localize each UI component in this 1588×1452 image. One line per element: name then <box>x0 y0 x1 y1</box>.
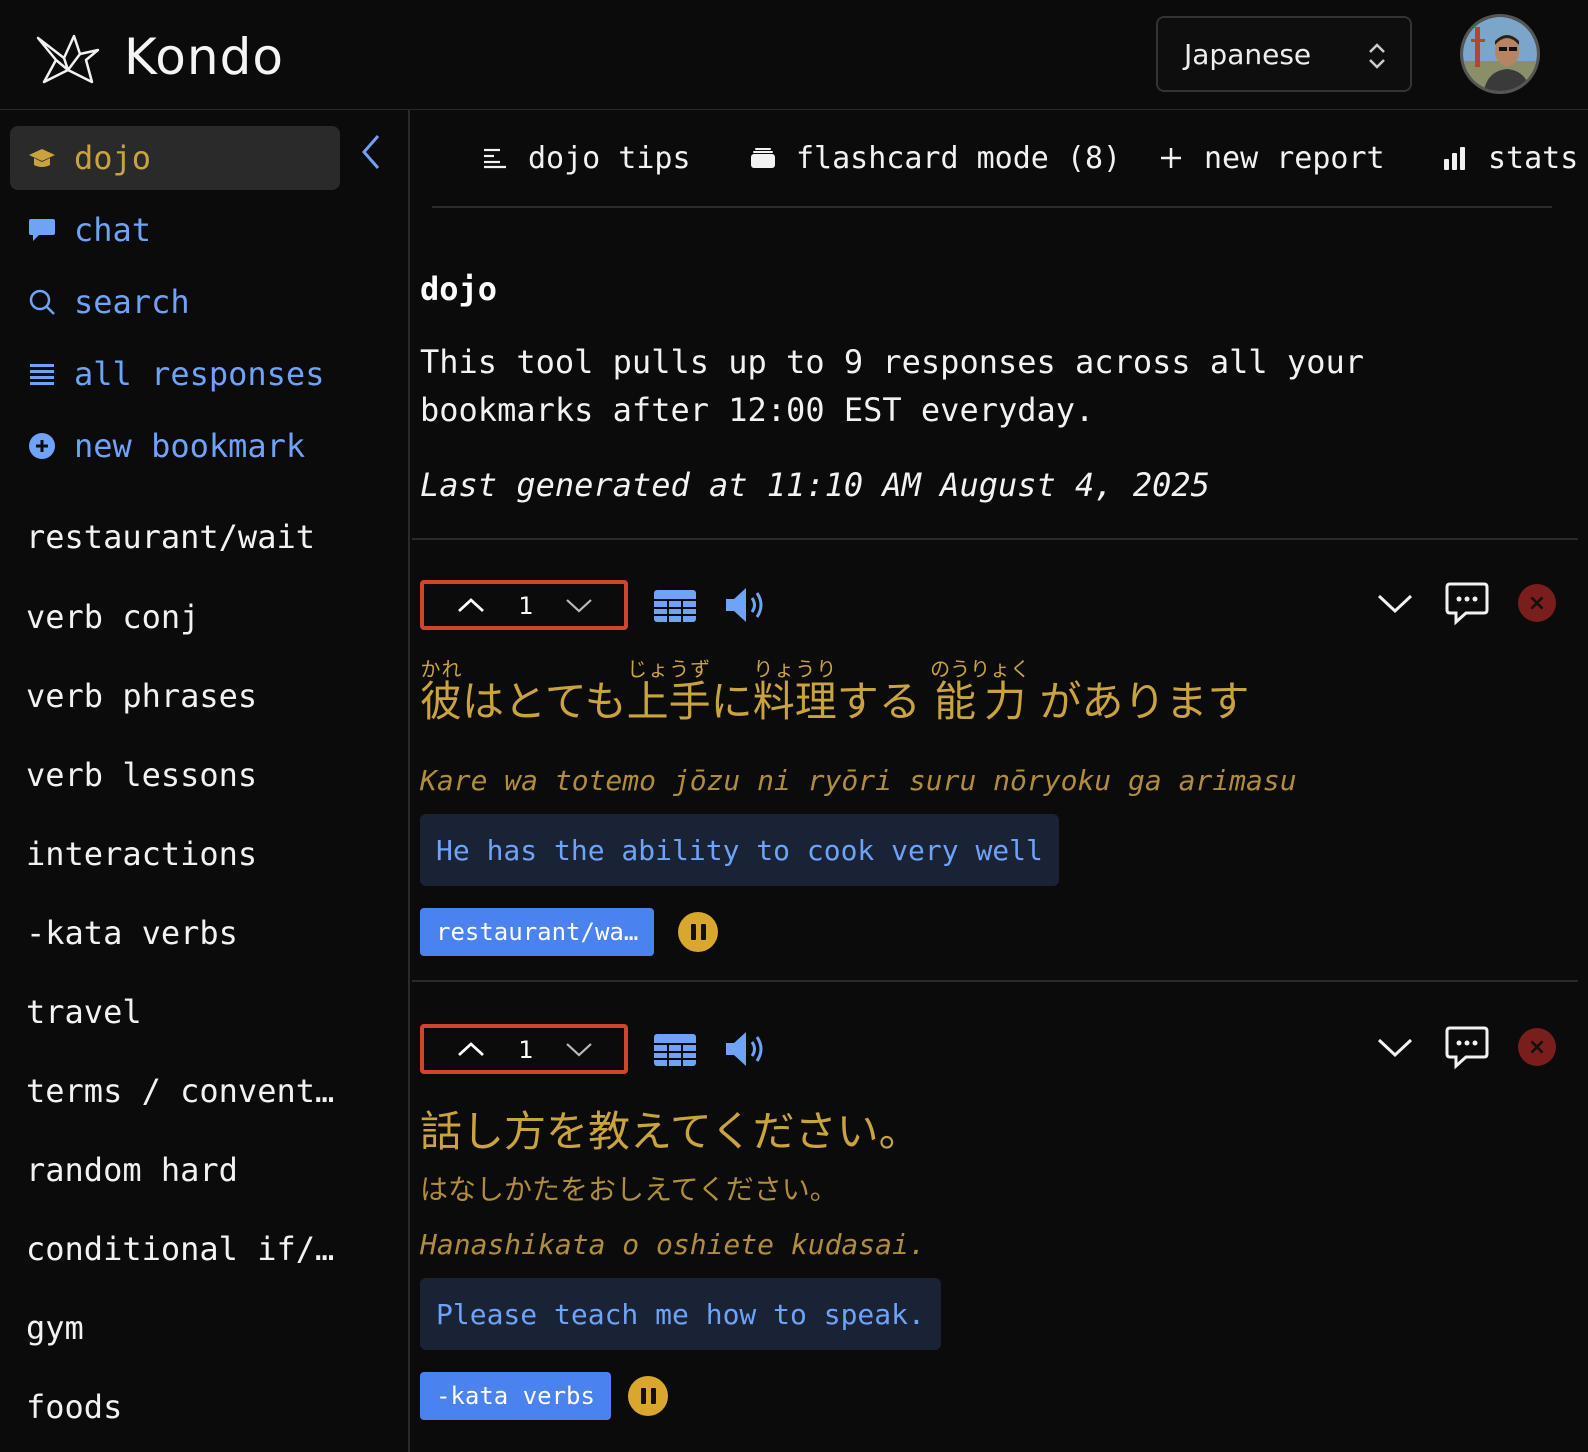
close-icon: × <box>1527 1034 1547 1060</box>
sidebar-bookmark[interactable]: random hard <box>26 1151 238 1189</box>
section-divider <box>412 980 1578 982</box>
sidebar-bookmark[interactable]: verb lessons <box>26 756 257 794</box>
count-stepper: 1 <box>420 1024 628 1074</box>
translation-box: He has the ability to cook very well <box>420 814 1059 886</box>
japanese-sentence: 彼かれはとても上手じょうずに料理りょうりする 能力のうりょく があります <box>420 657 1250 726</box>
sidebar-bookmark[interactable]: verb conj <box>26 598 199 636</box>
section-divider <box>412 538 1578 540</box>
sidebar-item-label: search <box>74 283 190 321</box>
sidebar-bookmark[interactable]: verb phrases <box>26 677 257 715</box>
sidebar-bookmark[interactable]: restaurant/wait <box>26 518 315 556</box>
close-icon: × <box>1527 590 1547 616</box>
comment-icon[interactable] <box>1444 580 1490 626</box>
remove-card-button[interactable]: × <box>1518 1028 1556 1066</box>
table-icon[interactable] <box>652 1028 698 1070</box>
page-description: This tool pulls up to 9 responses across… <box>420 343 1365 429</box>
last-generated-text: Last generated at 11:10 AM August 4, 202… <box>420 466 1210 504</box>
new-report-label: new report <box>1204 140 1385 176</box>
list-icon <box>26 358 58 390</box>
expand-chevron-icon[interactable] <box>1376 1030 1414 1064</box>
count-value: 1 <box>518 592 534 620</box>
dojo-toolbar: dojo tips flashcard mode (8) new report … <box>432 110 1578 208</box>
count-stepper: 1 <box>420 580 628 630</box>
chevron-up-down-icon <box>1369 43 1385 69</box>
speaker-icon[interactable] <box>722 584 768 626</box>
plus-circle-icon <box>26 430 58 462</box>
app-root: Kondo Japanese dojo chat search all resp… <box>0 0 1588 1452</box>
page-title: dojo <box>420 270 498 308</box>
sidebar-item-all-responses[interactable]: all responses <box>10 342 340 406</box>
app-title[interactable]: Kondo <box>124 28 284 86</box>
dojo-tips-button[interactable]: dojo tips <box>480 136 691 180</box>
text-lines-icon <box>480 143 510 173</box>
flashcard-mode-button[interactable]: flashcard mode (8) <box>748 136 1121 180</box>
bar-chart-icon <box>1440 143 1470 173</box>
speaker-icon[interactable] <box>722 1028 768 1070</box>
sidebar-bookmark[interactable]: travel <box>26 993 142 1031</box>
avatar-photo-icon <box>1463 17 1537 91</box>
expand-chevron-icon[interactable] <box>1376 586 1414 620</box>
card-stack-icon <box>748 143 778 173</box>
sidebar-bookmark[interactable]: conditional if/… <box>26 1230 334 1268</box>
pause-button[interactable] <box>628 1376 668 1416</box>
dojo-tips-label: dojo tips <box>528 140 691 176</box>
sidebar-item-label: dojo <box>74 139 152 177</box>
search-icon <box>26 286 58 318</box>
paper-crane-logo-icon[interactable] <box>34 30 102 90</box>
sidebar-bookmark[interactable]: terms / convent… <box>26 1072 334 1110</box>
sidebar-bookmark[interactable]: foods <box>26 1388 122 1426</box>
user-avatar[interactable] <box>1460 14 1540 94</box>
sidebar-bookmark[interactable]: -kata verbs <box>26 914 238 952</box>
language-select[interactable]: Japanese <box>1156 16 1412 92</box>
new-report-button[interactable]: new report <box>1156 136 1385 180</box>
japanese-sentence: 話し方を教えてください。 <box>420 1107 921 1156</box>
chat-bubble-icon <box>26 214 58 246</box>
translation-box: Please teach me how to speak. <box>420 1278 941 1350</box>
top-header: Kondo Japanese <box>0 0 1588 110</box>
romaji-text: Hanashikata o oshiete kudasai. <box>420 1228 926 1261</box>
collapse-sidebar-chevron-icon[interactable] <box>356 132 386 172</box>
response-card: 1 × 話し方を教えてください。 はなしかたをおしえてください。 Hanashi… <box>412 1024 1588 1452</box>
main-content: dojo tips flashcard mode (8) new report … <box>412 110 1588 1452</box>
remove-card-button[interactable]: × <box>1518 584 1556 622</box>
stats-button[interactable]: stats <box>1440 136 1578 180</box>
romaji-text: Kare wa totemo jōzu ni ryōri suru nōryok… <box>420 764 1297 797</box>
flashcard-mode-label: flashcard mode (8) <box>796 140 1122 176</box>
plus-icon <box>1156 143 1186 173</box>
pause-icon <box>690 924 696 940</box>
sidebar-item-label: new bookmark <box>74 427 306 465</box>
sidebar-item-new-bookmark[interactable]: new bookmark <box>10 414 340 478</box>
sidebar-item-label: chat <box>74 211 152 249</box>
sidebar-item-dojo[interactable]: dojo <box>10 126 340 190</box>
language-select-value: Japanese <box>1184 37 1312 71</box>
chevron-down-icon[interactable] <box>564 1036 594 1062</box>
pause-button[interactable] <box>678 912 718 952</box>
kana-reading: はなしかたをおしえてください。 <box>420 1173 838 1206</box>
sidebar-bookmark[interactable]: interactions <box>26 835 257 873</box>
response-card: 1 × 彼かれはとても上手じょうずに料理りょうりする 能力のうりょく があります… <box>412 580 1588 980</box>
chevron-up-icon[interactable] <box>456 592 486 618</box>
bookmark-tag[interactable]: -kata verbs <box>420 1372 611 1420</box>
sidebar: dojo chat search all responses new bookm… <box>0 110 410 1452</box>
sidebar-item-search[interactable]: search <box>10 270 340 334</box>
table-icon[interactable] <box>652 584 698 626</box>
count-value: 1 <box>518 1036 534 1064</box>
sidebar-item-chat[interactable]: chat <box>10 198 340 262</box>
graduation-cap-icon <box>26 142 58 174</box>
sidebar-item-label: all responses <box>74 355 325 393</box>
pause-icon <box>640 1388 646 1404</box>
chevron-up-icon[interactable] <box>456 1036 486 1062</box>
sidebar-bookmark[interactable]: gym <box>26 1309 84 1347</box>
stats-label: stats <box>1488 140 1579 176</box>
comment-icon[interactable] <box>1444 1024 1490 1070</box>
chevron-down-icon[interactable] <box>564 592 594 618</box>
bookmark-tag[interactable]: restaurant/wa… <box>420 908 655 956</box>
